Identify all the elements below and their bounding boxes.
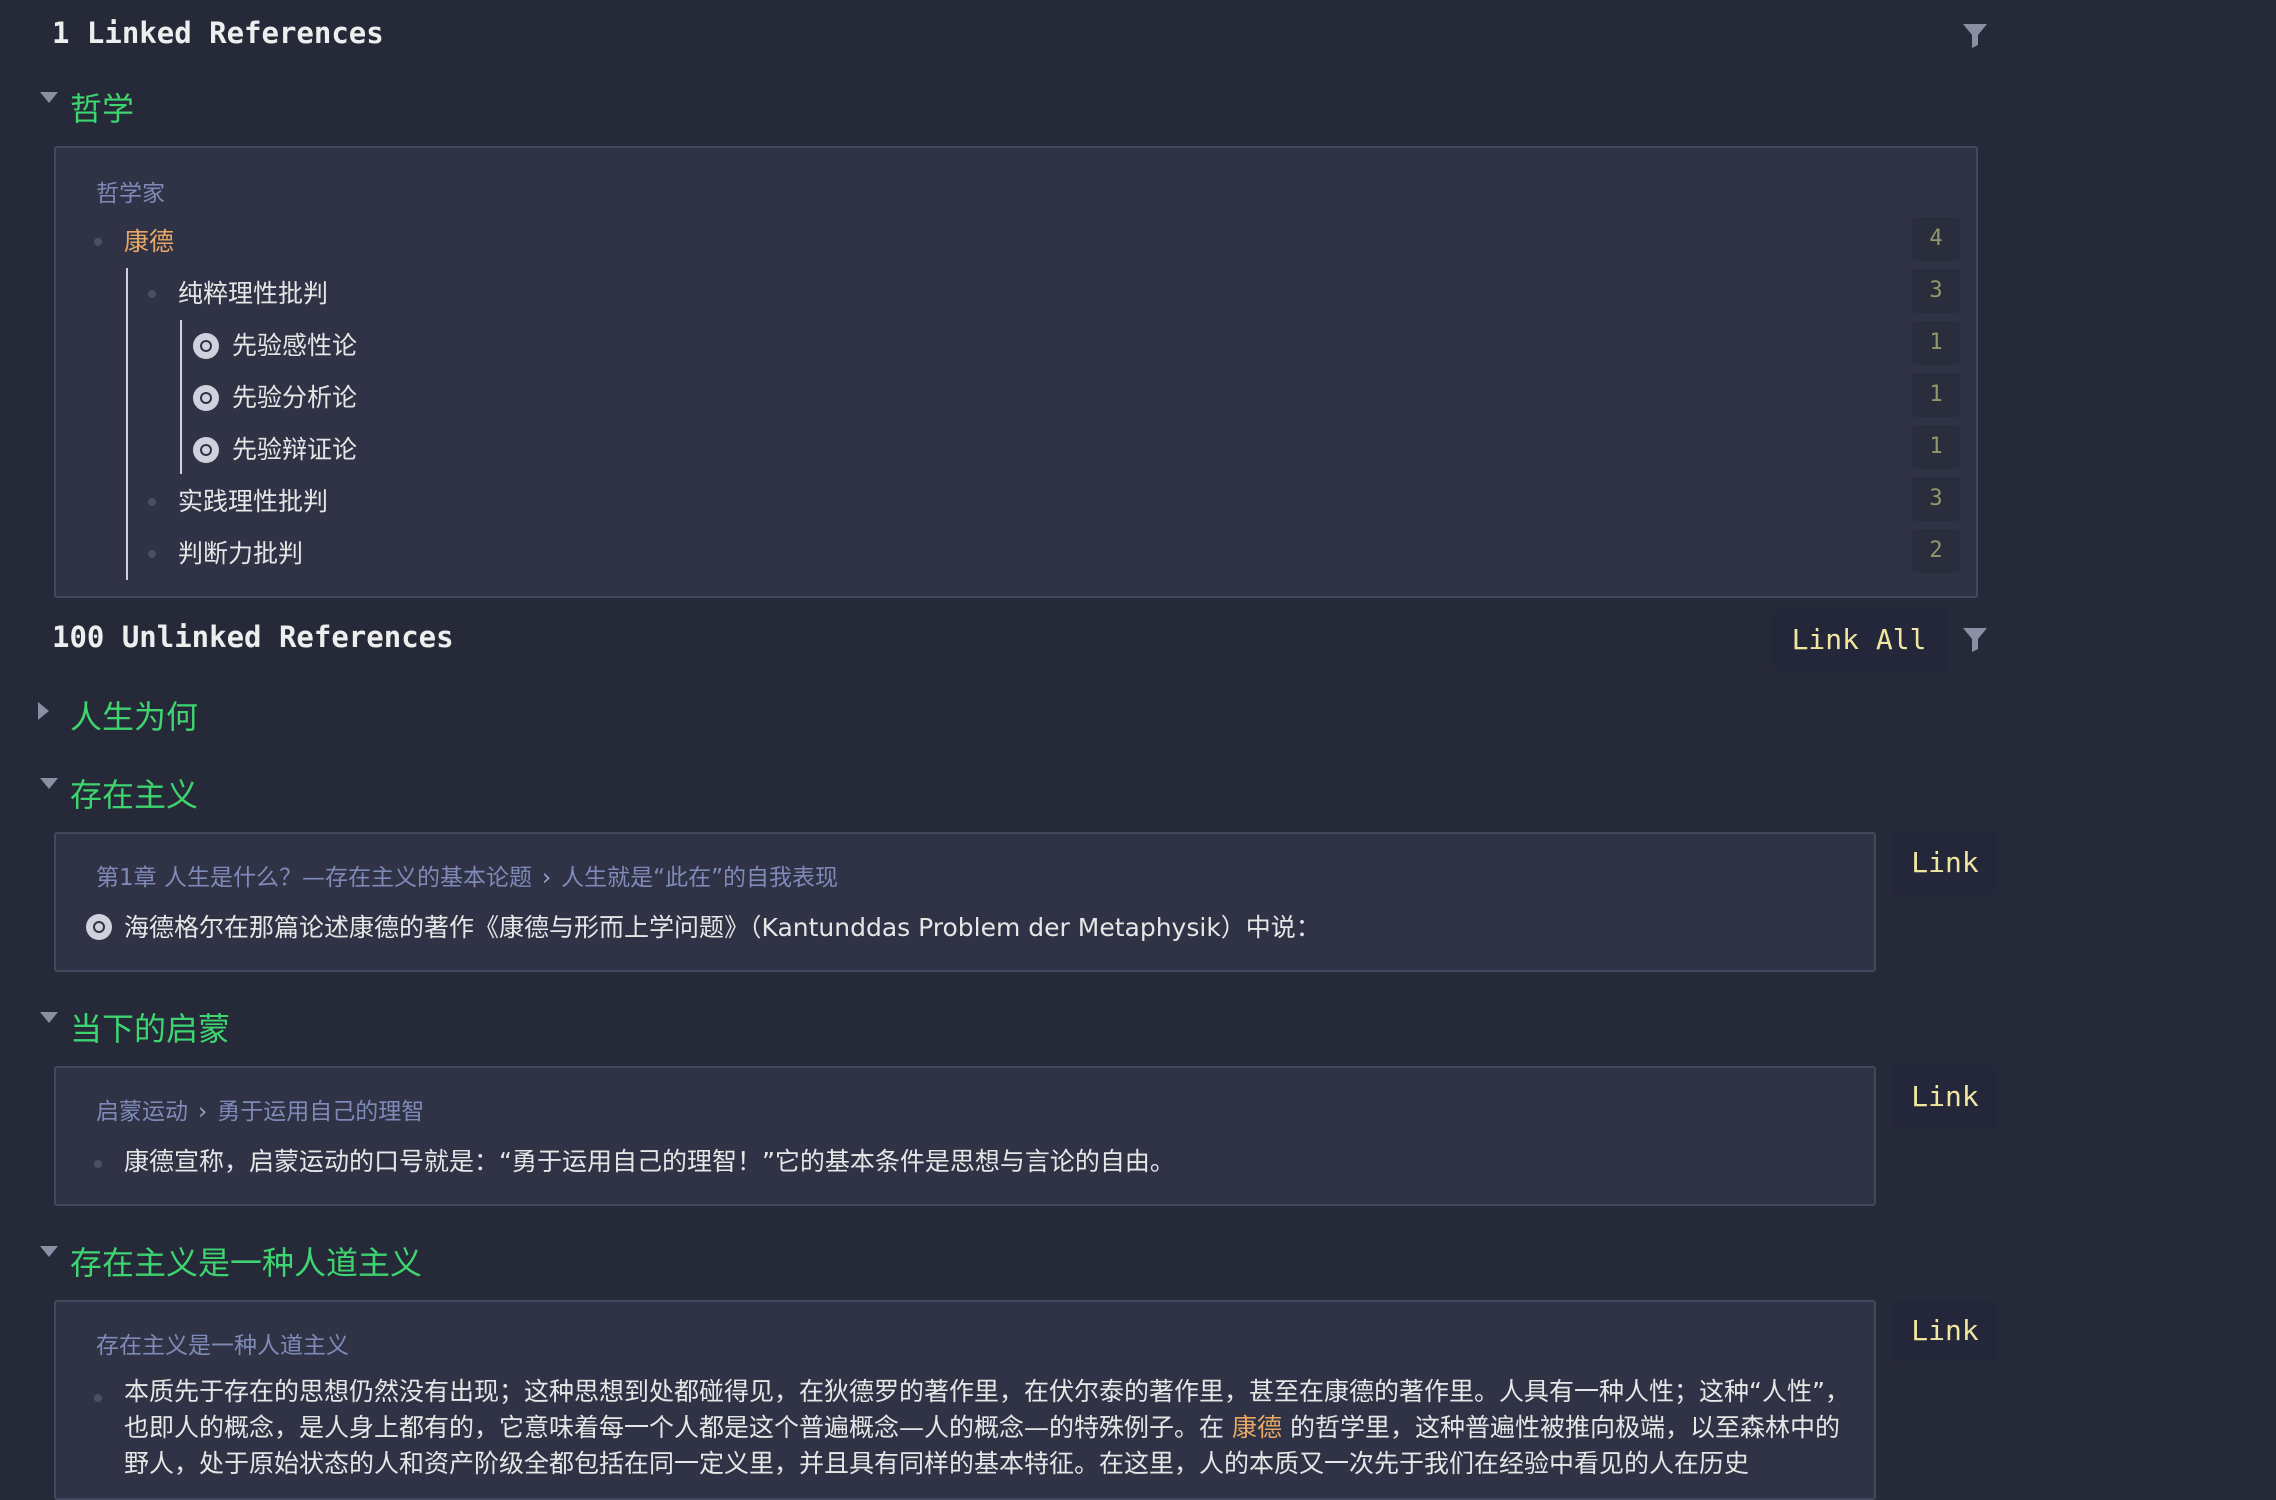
chevron-right-icon: › xyxy=(541,865,552,891)
breadcrumb: 第1章 人生是什么？—存在主义的基本论题 › 人生就是“此在”的自我表现 xyxy=(96,858,838,892)
page-reference[interactable]: 康德 xyxy=(1232,1413,1282,1442)
outline-item[interactable]: 实践理性批判 xyxy=(178,482,328,518)
child-count-badge: 4 xyxy=(1912,217,1960,261)
unlinked-references-title: 100 Unlinked References xyxy=(52,620,454,654)
child-count-badge: 3 xyxy=(1912,477,1960,521)
bullet-icon[interactable] xyxy=(148,290,156,298)
unlinked-reference-card: 第1章 人生是什么？—存在主义的基本论题 › 人生就是“此在”的自我表现 海德格尔在… xyxy=(54,832,1876,972)
link-button[interactable]: Link xyxy=(1892,832,1998,894)
reference-page-title[interactable]: 当下的启蒙 xyxy=(70,1004,230,1050)
outline-item[interactable]: 先验感性论 xyxy=(232,326,357,362)
outline-guide-line xyxy=(180,320,182,474)
caret-right-icon[interactable] xyxy=(38,702,49,720)
reference-page-title[interactable]: 哲学 xyxy=(70,84,134,130)
bullet-icon[interactable] xyxy=(148,550,156,558)
caret-down-icon[interactable] xyxy=(40,1246,58,1257)
filter-icon[interactable] xyxy=(1960,20,1990,50)
link-button[interactable]: Link xyxy=(1892,1066,1998,1128)
outline-item[interactable]: 先验辩证论 xyxy=(232,430,357,466)
child-count-badge: 3 xyxy=(1912,269,1960,313)
bullet-icon[interactable] xyxy=(94,1394,102,1402)
collapsed-bullet-icon[interactable] xyxy=(86,914,112,940)
breadcrumb[interactable]: 哲学家 xyxy=(96,174,165,208)
bullet-icon[interactable] xyxy=(94,1160,102,1168)
outline-item[interactable]: 康德 xyxy=(124,222,174,258)
collapsed-bullet-icon[interactable] xyxy=(193,333,219,359)
child-count-badge: 1 xyxy=(1912,425,1960,469)
outline-item[interactable]: 纯粹理性批判 xyxy=(178,274,328,310)
linked-reference-card: 哲学家 xyxy=(54,146,1978,598)
breadcrumb-item[interactable]: 人生就是“此在”的自我表现 xyxy=(561,865,838,891)
caret-down-icon[interactable] xyxy=(40,778,58,789)
breadcrumb-item[interactable]: 勇于运用自己的理智 xyxy=(217,1099,424,1125)
bullet-icon[interactable] xyxy=(94,238,102,246)
caret-down-icon[interactable] xyxy=(40,1012,58,1023)
breadcrumb-item[interactable]: 存在主义是一种人道主义 xyxy=(96,1333,349,1359)
reference-page-title[interactable]: 存在主义是一种人道主义 xyxy=(70,1238,422,1284)
reference-page-title[interactable]: 人生为何 xyxy=(70,692,198,738)
filter-icon[interactable] xyxy=(1960,624,1990,654)
block-text[interactable]: 本质先于存在的思想仍然没有出现；这种思想到处都碰得见，在狄德罗的著作里，在伏尔泰… xyxy=(124,1374,1864,1482)
caret-down-icon[interactable] xyxy=(40,92,58,103)
block-text[interactable]: 海德格尔在那篇论述康德的著作《康德与形而上学问题》（Kantunddas Pro… xyxy=(124,908,1321,944)
child-count-badge: 1 xyxy=(1912,321,1960,365)
unlinked-reference-card: 启蒙运动 › 勇于运用自己的理智 康德宣称，启蒙运动的口号就是：“勇于运用自己的理智… xyxy=(54,1066,1876,1206)
breadcrumb: 存在主义是一种人道主义 xyxy=(96,1326,349,1360)
outline-item[interactable]: 判断力批判 xyxy=(178,534,303,570)
chevron-right-icon: › xyxy=(198,1099,208,1125)
bullet-icon[interactable] xyxy=(148,498,156,506)
block-text[interactable]: 康德宣称，启蒙运动的口号就是：“勇于运用自己的理智！”它的基本条件是思想与言论的… xyxy=(124,1142,1175,1178)
reference-page-title[interactable]: 存在主义 xyxy=(70,770,198,816)
outline-guide-line xyxy=(126,268,128,580)
child-count-badge: 2 xyxy=(1912,529,1960,573)
child-count-badge: 1 xyxy=(1912,373,1960,417)
breadcrumb-item[interactable]: 第1章 人生是什么？—存在主义的基本论题 xyxy=(96,865,532,891)
outline-item[interactable]: 先验分析论 xyxy=(232,378,357,414)
link-button[interactable]: Link xyxy=(1892,1300,1998,1362)
linked-references-title: 1 Linked References xyxy=(52,16,384,50)
link-all-button[interactable]: Link All xyxy=(1770,610,1948,670)
collapsed-bullet-icon[interactable] xyxy=(193,385,219,411)
collapsed-bullet-icon[interactable] xyxy=(193,437,219,463)
breadcrumb-item[interactable]: 启蒙运动 xyxy=(96,1099,188,1125)
breadcrumb: 启蒙运动 › 勇于运用自己的理智 xyxy=(96,1092,424,1126)
